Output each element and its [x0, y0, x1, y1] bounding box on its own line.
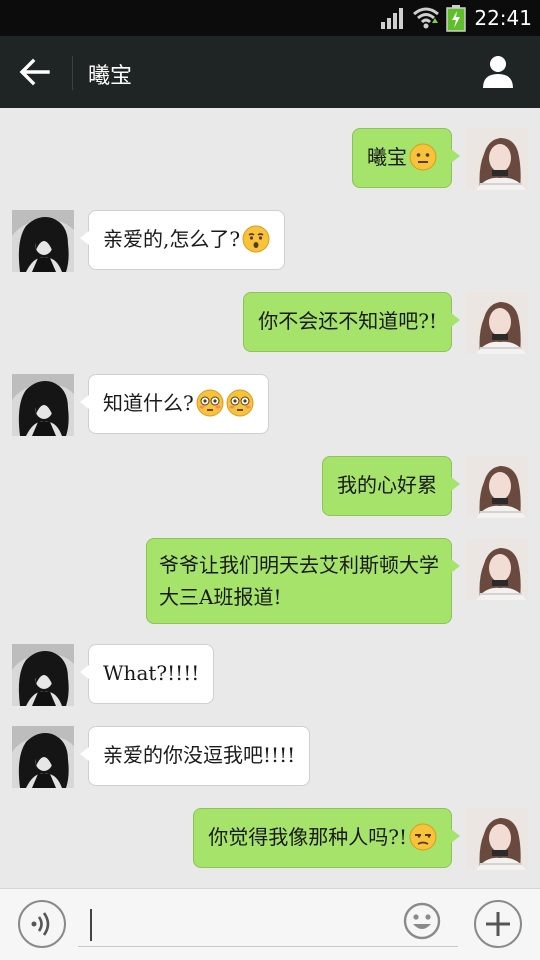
- status-bar: 22:41: [0, 0, 540, 36]
- flushed-face-icon: [226, 389, 254, 417]
- battery-charging-icon: [446, 5, 467, 32]
- message-bubble[interactable]: 你不会还不知道吧?!: [243, 292, 460, 352]
- message-text-line: 大三A班报道!: [159, 585, 282, 609]
- message-bubble[interactable]: 亲爱的,怎么了?: [79, 210, 286, 270]
- back-button[interactable]: [18, 56, 52, 88]
- my-avatar[interactable]: [466, 128, 528, 190]
- neutral-face-icon: [409, 143, 437, 171]
- message-bubble[interactable]: 亲爱的你没逗我吧!!!!: [79, 726, 311, 786]
- input-bar: [0, 888, 540, 960]
- chat-header: 曦宝: [0, 36, 540, 108]
- message-bubble[interactable]: 我的心好累: [322, 456, 460, 516]
- voice-icon: [31, 912, 50, 936]
- signal-icon: [381, 8, 404, 29]
- unamused-face-icon: [409, 823, 437, 851]
- message-text: What?!!!!: [103, 661, 200, 685]
- message-text: 你不会还不知道吧?!: [258, 309, 437, 333]
- chat-title: 曦宝: [88, 64, 133, 89]
- message-list[interactable]: 曦宝 亲爱的,怎么了? 你不会还不知道吧?! 知道什么? 我的心好累 爷爷让我们…: [0, 108, 540, 888]
- my-avatar[interactable]: [466, 538, 528, 600]
- smiley-icon: [403, 902, 441, 940]
- message-text: 亲爱的,怎么了?: [103, 227, 241, 251]
- friend-avatar[interactable]: [12, 644, 74, 706]
- message-text: 亲爱的你没逗我吧!!!!: [103, 743, 296, 767]
- message-text: 我的心好累: [337, 473, 437, 497]
- my-avatar[interactable]: [466, 808, 528, 870]
- message-bubble[interactable]: 你觉得我像那种人吗?!: [193, 808, 460, 868]
- message-bubble[interactable]: 爷爷让我们明天去艾利斯顿大学 大三A班报道!: [146, 538, 460, 624]
- flushed-face-icon: [196, 389, 224, 417]
- friend-avatar[interactable]: [12, 374, 74, 436]
- message-text-line: 爷爷让我们明天去艾利斯顿大学: [159, 553, 439, 577]
- my-avatar[interactable]: [466, 456, 528, 518]
- emoji-button[interactable]: [402, 901, 442, 941]
- hushed-face-icon: [242, 225, 270, 253]
- status-icons: 22:41: [380, 4, 532, 32]
- plus-icon: [486, 912, 510, 936]
- friend-avatar[interactable]: [12, 210, 74, 272]
- my-avatar[interactable]: [466, 292, 528, 354]
- profile-button[interactable]: [480, 54, 516, 90]
- voice-button[interactable]: [18, 900, 66, 948]
- message-bubble[interactable]: What?!!!!: [79, 644, 215, 704]
- friend-avatar[interactable]: [12, 726, 74, 788]
- message-text: 曦宝: [367, 145, 407, 169]
- more-button[interactable]: [474, 900, 522, 948]
- message-input[interactable]: [78, 907, 458, 947]
- person-icon: [483, 56, 513, 88]
- text-caret: [90, 909, 92, 941]
- status-time: 22:41: [474, 6, 532, 30]
- arrow-left-icon: [19, 58, 50, 86]
- header-divider: [72, 56, 73, 90]
- message-text: 你觉得我像那种人吗?!: [208, 825, 407, 849]
- message-text: 知道什么?: [103, 391, 194, 415]
- message-bubble[interactable]: 知道什么?: [80, 374, 269, 434]
- message-bubble[interactable]: 曦宝: [352, 128, 460, 188]
- wifi-icon: [413, 7, 440, 29]
